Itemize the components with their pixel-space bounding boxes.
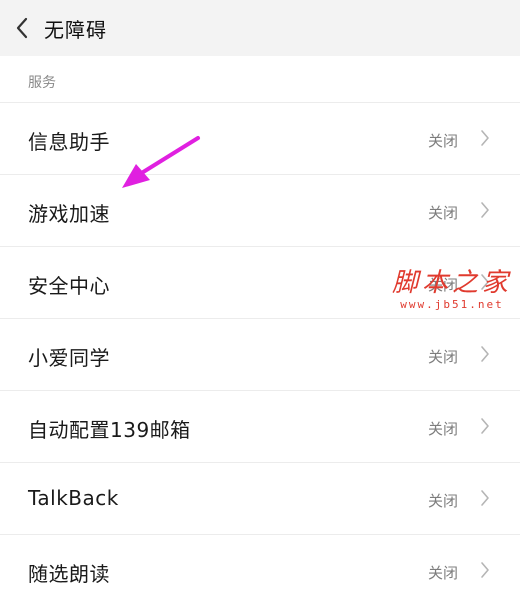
list-item-label: 安全中心 — [28, 274, 110, 298]
section-header-services: 服务 — [28, 75, 56, 91]
list-item-status: 关闭 — [427, 276, 458, 294]
list-item-select-to-speak[interactable]: 随选朗读 关闭 — [0, 534, 520, 606]
list-item-xiaoai[interactable]: 小爱同学 关闭 — [0, 318, 520, 390]
list-item-label: 信息助手 — [28, 130, 110, 154]
list-item-label: 小爱同学 — [28, 346, 110, 370]
back-button[interactable] — [0, 0, 44, 56]
list-item-label: 随选朗读 — [28, 562, 110, 586]
list-item-status: 关闭 — [427, 492, 458, 510]
list-item-auto-config-mail[interactable]: 自动配置139邮箱 关闭 — [0, 390, 520, 462]
chevron-right-icon — [481, 490, 489, 506]
list-item-talkback[interactable]: TalkBack 关闭 — [0, 462, 520, 534]
chevron-right-icon — [481, 274, 489, 290]
top-app-bar: 无障碍 — [0, 0, 520, 56]
list-item-status: 关闭 — [427, 204, 458, 222]
list-item-status: 关闭 — [427, 348, 458, 366]
list-item-security-center[interactable]: 安全中心 关闭 — [0, 246, 520, 318]
list-item-status: 关闭 — [427, 420, 458, 438]
list-item-game-boost[interactable]: 游戏加速 关闭 — [0, 174, 520, 246]
chevron-right-icon — [481, 202, 489, 218]
list-item-info-assistant[interactable]: 信息助手 关闭 — [0, 102, 520, 174]
chevron-right-icon — [481, 418, 489, 434]
service-list: 信息助手 关闭 游戏加速 关闭 安全中心 关闭 小爱同学 关闭 自动配置139邮… — [0, 102, 520, 606]
list-item-label: 自动配置139邮箱 — [28, 418, 191, 442]
chevron-right-icon — [481, 130, 489, 146]
list-item-status: 关闭 — [427, 564, 458, 582]
page-title: 无障碍 — [44, 17, 107, 42]
chevron-left-icon — [16, 17, 28, 39]
chevron-right-icon — [481, 562, 489, 578]
list-item-label: TalkBack — [28, 486, 119, 510]
list-item-label: 游戏加速 — [28, 202, 110, 226]
list-item-status: 关闭 — [427, 132, 458, 150]
chevron-right-icon — [481, 346, 489, 362]
